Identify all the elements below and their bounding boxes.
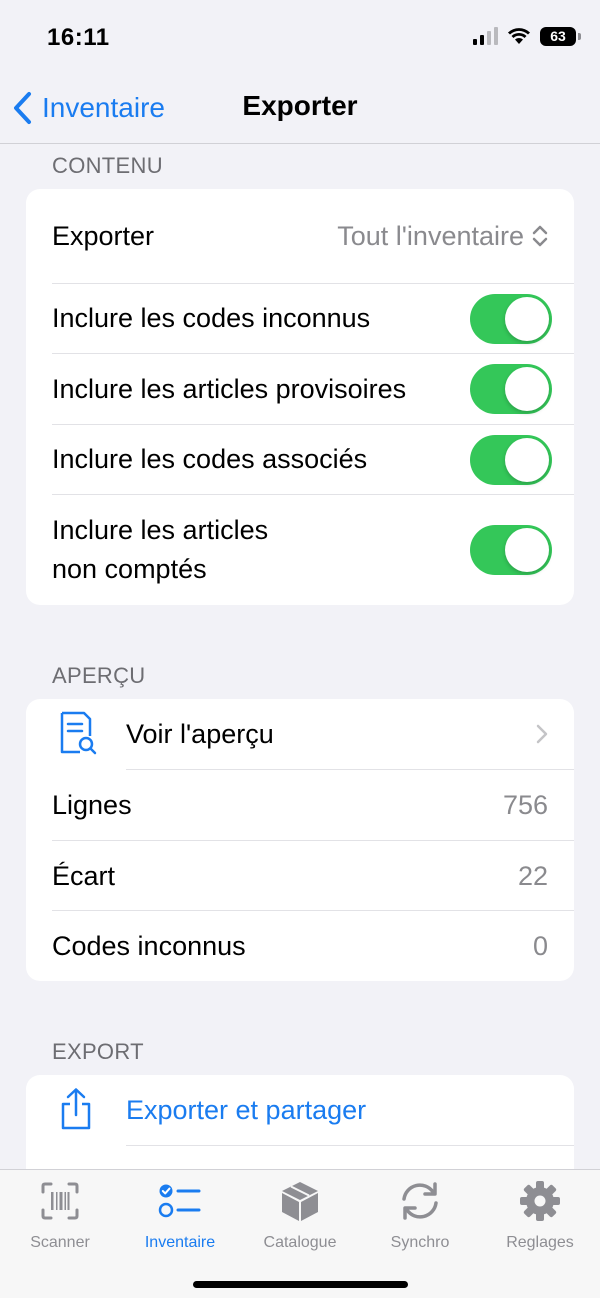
toggle-label: Inclure les codes inconnus <box>52 303 371 333</box>
export-scope-picker[interactable]: Tout l'inventaire <box>337 221 548 252</box>
toggle-codes-inconnus[interactable] <box>470 293 552 344</box>
export-card: Exporter et partager <box>26 1075 574 1169</box>
gear-icon <box>519 1178 561 1224</box>
stat-row-ecart: Écart 22 <box>26 841 574 911</box>
home-indicator <box>193 1281 408 1288</box>
battery-level: 63 <box>550 28 566 44</box>
apercu-card: Voir l'aperçu Lignes 756 Écart 22 Codes … <box>26 699 574 981</box>
tab-label: Scanner <box>30 1234 90 1251</box>
tab-inventaire[interactable]: Inventaire <box>120 1178 240 1252</box>
toggle-row-articles-provisoires: Inclure les articles provisoires <box>26 354 574 424</box>
toggle-row-codes-associes: Inclure les codes associés <box>26 425 574 494</box>
export-scope-value: Tout l'inventaire <box>337 220 524 251</box>
toggle-label-line2: non comptés <box>52 554 207 584</box>
status-time: 16:11 <box>47 24 110 51</box>
stat-label: Codes inconnus <box>52 930 246 961</box>
export-scope-label: Exporter <box>52 220 155 251</box>
content-scroll[interactable]: CONTENU Exporter Tout l'inventaire Inclu… <box>0 145 600 1169</box>
wifi-icon <box>508 28 530 44</box>
contenu-card: Exporter Tout l'inventaire Inclure les c… <box>26 189 574 605</box>
battery-icon: 63 <box>540 26 581 46</box>
toggle-label: Inclure les articles provisoires <box>52 373 407 404</box>
tab-catalogue[interactable]: Catalogue <box>240 1178 360 1252</box>
toggle-label: Inclure les articles non comptés <box>52 511 268 589</box>
section-header-apercu: APERÇU <box>52 663 146 688</box>
tab-bar: Scanner Inventaire Catalogue Synchro Reg… <box>0 1169 600 1298</box>
barcode-scan-icon <box>40 1178 80 1224</box>
document-search-icon <box>60 711 97 755</box>
toggle-row-codes-inconnus: Inclure les codes inconnus <box>26 284 574 353</box>
status-bar: 16:11 63 <box>0 0 600 80</box>
toggle-articles-provisoires[interactable] <box>470 364 552 414</box>
section-header-export: EXPORT <box>52 1039 144 1064</box>
page-title: Exporter <box>242 90 358 121</box>
export-second-row[interactable] <box>26 1146 574 1169</box>
checklist-icon <box>158 1178 202 1224</box>
navigation-bar: Inventaire Exporter <box>0 80 600 144</box>
stat-value: 22 <box>517 860 548 891</box>
sync-icon <box>398 1178 442 1224</box>
tab-label: Synchro <box>390 1234 450 1251</box>
box-icon <box>280 1178 320 1224</box>
section-header-contenu: CONTENU <box>52 153 163 178</box>
toggle-label-line1: Inclure les articles <box>52 515 269 545</box>
share-icon <box>61 1088 91 1130</box>
toggle-label: Inclure les codes associés <box>52 444 368 474</box>
toggle-articles-non-comptes[interactable] <box>470 525 552 575</box>
export-share-label: Exporter et partager <box>126 1094 367 1125</box>
tab-synchro[interactable]: Synchro <box>360 1178 480 1252</box>
stat-value: 756 <box>502 789 548 820</box>
export-share-row[interactable]: Exporter et partager <box>26 1075 574 1145</box>
stat-label: Écart <box>52 860 116 891</box>
cellular-signal-icon <box>473 27 498 45</box>
status-icons: 63 <box>473 26 581 46</box>
tab-label: Inventaire <box>144 1234 216 1251</box>
stat-value: 0 <box>532 930 548 961</box>
preview-label: Voir l'aperçu <box>126 718 274 749</box>
tab-scanner[interactable]: Scanner <box>0 1178 120 1252</box>
chevron-right-icon <box>536 724 548 744</box>
stat-row-codes-inconnus: Codes inconnus 0 <box>26 911 574 981</box>
chevron-up-down-icon <box>532 225 548 247</box>
stat-row-lignes: Lignes 756 <box>26 770 574 840</box>
export-scope-row[interactable]: Exporter Tout l'inventaire <box>26 189 574 283</box>
stat-label: Lignes <box>52 789 132 820</box>
toggle-row-articles-non-comptes: Inclure les articles non comptés <box>26 495 574 605</box>
tab-label: Catalogue <box>263 1234 337 1251</box>
tab-reglages[interactable]: Reglages <box>480 1178 600 1252</box>
tab-label: Reglages <box>506 1234 574 1251</box>
toggle-codes-associes[interactable] <box>470 434 552 485</box>
preview-row[interactable]: Voir l'aperçu <box>26 699 574 769</box>
